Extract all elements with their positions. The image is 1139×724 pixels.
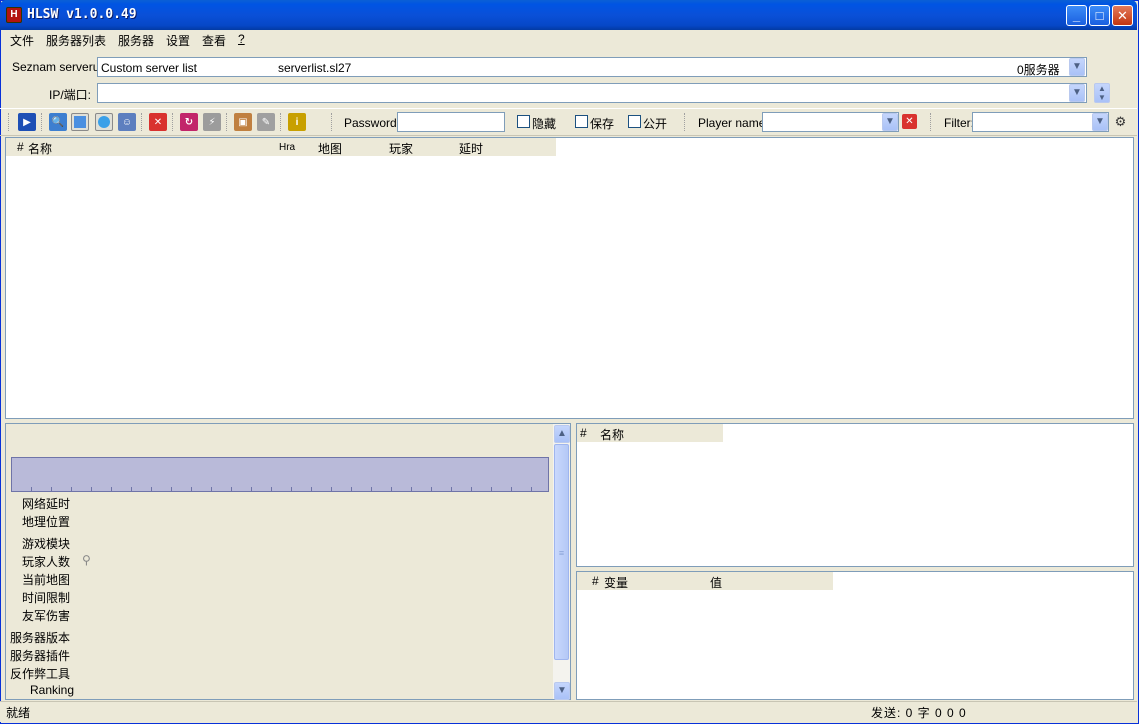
info-ping-label: 网络延时: [22, 497, 71, 511]
server-list-name: Custom server list: [101, 61, 198, 75]
col-map[interactable]: 地图: [318, 140, 342, 157]
info-timelimit-label: 时间限制: [22, 591, 71, 605]
filter-dropdown-icon[interactable]: ▼: [1092, 113, 1108, 131]
menu-help[interactable]: ?: [238, 32, 245, 46]
vars-col-index[interactable]: #: [592, 574, 599, 588]
scroll-thumb[interactable]: ≡: [554, 444, 569, 660]
vars-col-variable[interactable]: 变量: [604, 574, 628, 591]
server-list-table[interactable]: [5, 137, 1134, 419]
toolbar-separator: [141, 113, 143, 131]
public-checkbox[interactable]: [628, 115, 641, 128]
menu-server-list[interactable]: 服务器列表: [46, 32, 106, 49]
filter-label: Filter:: [944, 116, 974, 130]
list-view-icon[interactable]: [71, 113, 89, 131]
close-button[interactable]: ✕: [1112, 5, 1133, 26]
refresh-icon[interactable]: ↻: [180, 113, 198, 131]
info-ranking-label: Ranking: [30, 683, 75, 697]
info-players-label: 玩家人数: [22, 555, 71, 569]
title-bar[interactable]: [0, 0, 1137, 30]
variables-table-header: # 变量 值: [577, 572, 833, 590]
menu-view[interactable]: 查看: [202, 32, 226, 49]
players-table[interactable]: [576, 423, 1134, 567]
info-icon[interactable]: i: [288, 113, 306, 131]
player-icon[interactable]: ☺: [118, 113, 136, 131]
col-ping[interactable]: 延时: [459, 140, 483, 157]
col-name[interactable]: 名称: [28, 140, 52, 157]
search-icon[interactable]: 🔍: [49, 113, 67, 131]
ip-port-label: IP/端口:: [49, 88, 92, 102]
connect-icon[interactable]: ▶: [18, 113, 36, 131]
info-location-label: 地理位置: [22, 515, 71, 529]
server-list-dropdown-icon[interactable]: ▼: [1069, 58, 1085, 76]
status-traffic: 发送: 0 字 0 0 0: [871, 706, 967, 720]
save-checkbox[interactable]: [575, 115, 588, 128]
player-name-combo[interactable]: [762, 112, 899, 132]
quick-refresh-icon[interactable]: ⚡: [203, 113, 221, 131]
info-version-label: 服务器版本: [10, 631, 71, 645]
filter-settings-icon[interactable]: ⚙: [1112, 113, 1129, 130]
toolbar-separator: [226, 113, 228, 131]
menu-file[interactable]: 文件: [10, 32, 34, 49]
ip-spinner-icon[interactable]: ▲ ▼: [1094, 83, 1110, 103]
filter-combo[interactable]: [972, 112, 1109, 132]
col-game[interactable]: Hra: [279, 142, 295, 153]
server-list-label: Seznam serveru:: [12, 60, 103, 74]
toolbar-grip: [8, 113, 10, 131]
maximize-button[interactable]: □: [1089, 5, 1110, 26]
password-input[interactable]: [397, 112, 505, 132]
toolbar-separator: [684, 113, 686, 131]
players-col-name[interactable]: 名称: [600, 426, 624, 443]
info-map-label: 当前地图: [22, 573, 71, 587]
app-icon[interactable]: H: [6, 7, 22, 23]
vars-col-value[interactable]: 值: [710, 574, 722, 591]
variables-table[interactable]: [576, 571, 1134, 700]
scroll-down-icon[interactable]: ▼: [554, 682, 570, 700]
server-list-file: serverlist.sl27: [278, 61, 352, 75]
col-players[interactable]: 玩家: [389, 140, 413, 157]
toolbar-separator: [41, 113, 43, 131]
ip-dropdown-icon[interactable]: ▼: [1069, 84, 1085, 102]
player-name-dropdown-icon[interactable]: ▼: [882, 113, 898, 131]
toolbar-separator: [172, 113, 174, 131]
players-table-header: # 名称: [577, 424, 723, 442]
tools-icon[interactable]: ✎: [257, 113, 275, 131]
info-plugins-label: 服务器插件: [10, 649, 71, 663]
server-info-icon[interactable]: [95, 113, 113, 131]
graph-ticks: [11, 487, 549, 491]
hide-checkbox-label: 隐藏: [532, 117, 557, 131]
clear-player-icon[interactable]: ✕: [902, 114, 917, 129]
info-friendlyfire-label: 友军伤害: [22, 609, 71, 623]
export-icon[interactable]: ▣: [234, 113, 252, 131]
server-count: 0服务器: [1017, 63, 1060, 77]
status-ready: 就绪: [6, 706, 31, 720]
server-table-header: # 名称 Hra 地图 玩家 延时: [6, 138, 556, 156]
players-col-index[interactable]: #: [580, 426, 587, 440]
player-name-label: Player name:: [698, 116, 769, 130]
col-index[interactable]: #: [17, 140, 24, 154]
menu-server[interactable]: 服务器: [118, 32, 154, 49]
delete-icon[interactable]: ✕: [149, 113, 167, 131]
minimize-button[interactable]: _: [1066, 5, 1087, 26]
public-checkbox-label: 公开: [643, 117, 668, 131]
menu-settings[interactable]: 设置: [166, 32, 190, 49]
info-anticheat-label: 反作弊工具: [10, 667, 71, 681]
hide-checkbox[interactable]: [517, 115, 530, 128]
save-checkbox-label: 保存: [590, 117, 615, 131]
password-label: Password:: [344, 116, 401, 130]
key-icon: ⚲: [82, 553, 91, 567]
server-list-select[interactable]: [97, 57, 1087, 77]
ip-port-input[interactable]: [97, 83, 1087, 103]
info-mod-label: 游戏模块: [22, 537, 71, 551]
toolbar-separator: [331, 113, 333, 131]
toolbar-separator: [930, 113, 932, 131]
window-title: HLSW v1.0.0.49: [27, 7, 137, 22]
toolbar-separator: [280, 113, 282, 131]
scroll-up-icon[interactable]: ▲: [554, 425, 570, 443]
